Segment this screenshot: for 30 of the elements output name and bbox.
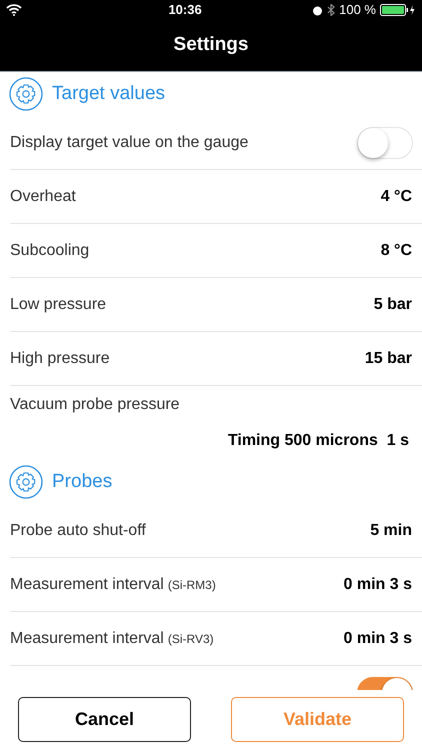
- setting-value[interactable]: 5 min: [370, 518, 412, 542]
- setting-value[interactable]: 0 min 3 s: [344, 572, 412, 596]
- setting-value[interactable]: 5 bar: [374, 292, 412, 316]
- battery-charging-icon: [380, 4, 416, 16]
- window-title: Settings: [174, 33, 248, 58]
- cancel-button[interactable]: Cancel: [18, 696, 191, 742]
- setting-label: High pressure: [10, 348, 110, 368]
- setting-label: Probe auto shut-off: [10, 520, 146, 540]
- setting-label: Vacuum probe pressure: [10, 395, 181, 415]
- wifi-icon: [6, 4, 22, 16]
- setting-value[interactable]: Timing 500 microns 1 s: [228, 429, 409, 453]
- probe-model-note: (Si-RM3): [168, 576, 216, 594]
- setting-value[interactable]: 15 bar: [364, 346, 412, 370]
- setting-label: Overheat: [10, 186, 76, 206]
- setting-label: Low pressure: [10, 294, 106, 314]
- settings-icon: [9, 465, 43, 499]
- setting-label: Measurement interval: [10, 574, 164, 594]
- bluetooth-icon: [327, 4, 336, 16]
- battery-percent: 100 %: [339, 1, 376, 20]
- clock-time: 10:36: [168, 1, 202, 20]
- setting-value[interactable]: 4 °C: [380, 184, 412, 208]
- setting-label: Subcooling: [10, 240, 90, 260]
- probe-model-note: (Si-RV3): [168, 630, 214, 648]
- section-title: Target values: [52, 82, 166, 106]
- setting-label: Measurement interval: [10, 628, 164, 648]
- setting-value[interactable]: 0 min 3 s: [344, 626, 412, 650]
- setting-value[interactable]: 8 °C: [380, 238, 412, 262]
- setting-label: Display target value on the gauge: [10, 132, 248, 152]
- settings-icon: [9, 77, 43, 111]
- section-title: Probes: [52, 470, 112, 494]
